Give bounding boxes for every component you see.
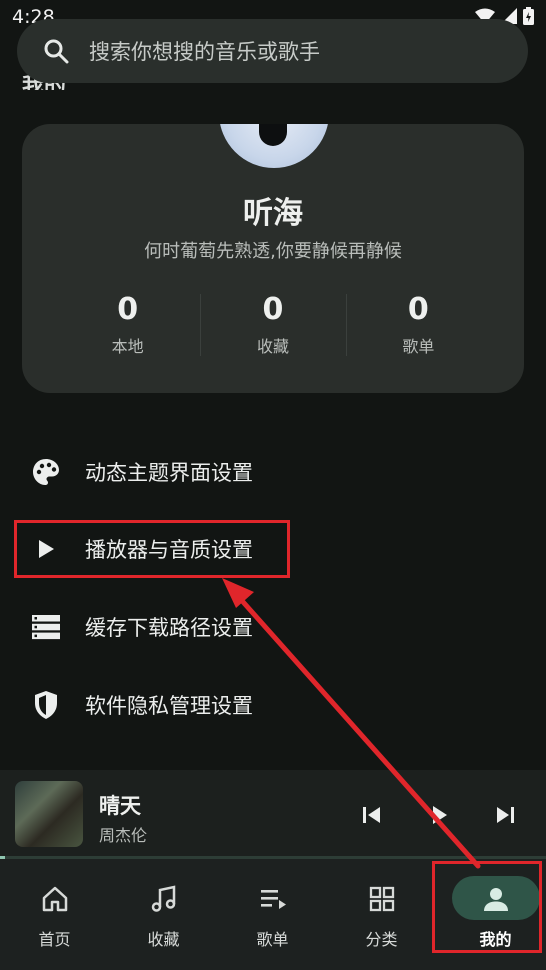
nav-item-home[interactable]: 首页 (0, 859, 109, 970)
storage-icon (30, 611, 62, 643)
stat-value: 0 (407, 292, 429, 327)
nav-label: 收藏 (147, 930, 180, 949)
previous-icon[interactable] (359, 802, 385, 828)
menu-item-label: 软件隐私管理设置 (85, 694, 253, 718)
search-placeholder[interactable]: 搜索你想搜的音乐或歌手 (89, 36, 320, 66)
stat-label: 本地 (111, 337, 144, 356)
stat-value: 0 (117, 292, 139, 327)
stat-favorites[interactable]: 0 收藏 (200, 292, 345, 360)
profile-bio: 何时葡萄先熟透,你要静候再静候 (144, 241, 402, 262)
next-icon[interactable] (492, 802, 518, 828)
battery-icon (523, 7, 534, 25)
search-bar[interactable]: 搜索你想搜的音乐或歌手 (17, 19, 528, 83)
nav-label: 歌单 (256, 930, 289, 949)
play-pause-icon[interactable] (426, 802, 452, 828)
stat-value: 0 (262, 292, 284, 327)
stat-label: 收藏 (256, 337, 289, 356)
shield-icon (30, 689, 62, 721)
menu-item-cache[interactable]: 缓存下载路径设置 (0, 597, 546, 657)
home-icon (39, 883, 71, 915)
profile-name: 听海 (243, 196, 303, 231)
playlist-icon (257, 883, 289, 915)
menu-item-privacy[interactable]: 软件隐私管理设置 (0, 675, 546, 735)
nav-item-categories[interactable]: 分类 (327, 859, 436, 970)
avatar[interactable] (219, 124, 329, 168)
stat-playlists[interactable]: 0 歌单 (345, 292, 491, 360)
menu-item-theme[interactable]: 动态主题界面设置 (0, 442, 546, 502)
song-title: 晴天 (99, 794, 141, 818)
menu-item-label: 动态主题界面设置 (85, 461, 253, 485)
mini-player[interactable]: 晴天 周杰伦 (0, 770, 546, 858)
grid-icon (366, 883, 398, 915)
nav-label: 首页 (38, 930, 71, 949)
album-art[interactable] (15, 781, 83, 847)
profile-stats: 0 本地 0 收藏 0 歌单 (55, 292, 491, 360)
stat-label: 歌单 (402, 337, 435, 356)
nav-label: 分类 (365, 930, 398, 949)
song-artist: 周杰伦 (99, 826, 148, 845)
nav-item-favorites[interactable]: 收藏 (109, 859, 218, 970)
palette-icon (30, 456, 62, 488)
stat-local[interactable]: 0 本地 (55, 292, 200, 360)
annotation-nav-highlight-box (432, 861, 542, 953)
search-icon (41, 36, 71, 66)
music-note-icon (148, 883, 180, 915)
annotation-highlight-box (14, 520, 290, 578)
nav-item-playlists[interactable]: 歌单 (218, 859, 327, 970)
menu-item-label: 缓存下载路径设置 (85, 616, 253, 640)
